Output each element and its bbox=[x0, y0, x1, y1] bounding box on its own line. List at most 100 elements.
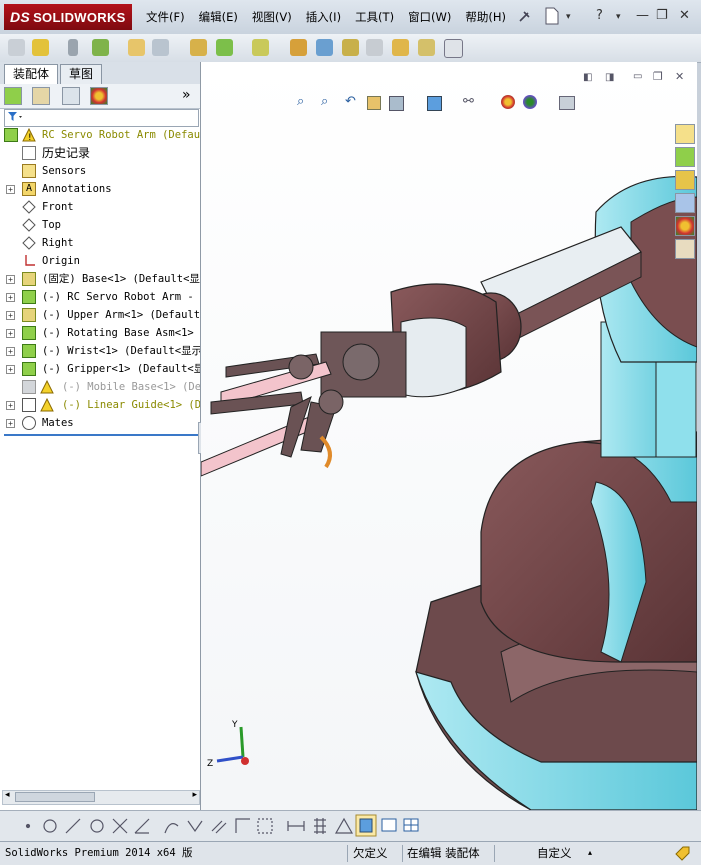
menu-insert[interactable]: 插入(I) bbox=[306, 9, 341, 25]
new-document-icon[interactable] bbox=[544, 7, 560, 25]
smart-fasteners-icon[interactable] bbox=[128, 39, 145, 56]
section-view-icon[interactable] bbox=[367, 96, 381, 110]
menu-help[interactable]: 帮助(H) bbox=[465, 9, 506, 25]
resources-home-icon[interactable] bbox=[675, 124, 695, 144]
solidworks-logo[interactable]: DS SOLIDWORKS bbox=[4, 4, 132, 30]
interference-icon[interactable] bbox=[290, 39, 307, 56]
tile-left-icon[interactable]: ◧ bbox=[583, 72, 592, 83]
property-manager-icon[interactable] bbox=[32, 87, 50, 105]
restore-button[interactable]: ❐ bbox=[656, 8, 668, 23]
display-manager-icon[interactable] bbox=[90, 87, 108, 105]
tree-item-front-plane[interactable]: Front bbox=[0, 198, 200, 216]
instant3d-icon[interactable] bbox=[316, 39, 333, 56]
filter-icon[interactable] bbox=[5, 110, 27, 124]
polygon-icon[interactable] bbox=[90, 819, 104, 833]
viewport-close-icon[interactable]: ✕ bbox=[675, 70, 684, 83]
edit-component-icon[interactable] bbox=[216, 39, 233, 56]
units-selector[interactable]: 自定义 bbox=[537, 842, 572, 864]
line-icon[interactable] bbox=[65, 818, 81, 834]
rebuild-icon[interactable] bbox=[8, 39, 25, 56]
hide-show-icon[interactable] bbox=[190, 39, 207, 56]
tree-item-subassembly[interactable]: + (-) RC Servo Robot Arm - A bbox=[0, 288, 200, 306]
tree-item-gripper[interactable]: + (-) Gripper<1> (Default<显 bbox=[0, 360, 200, 378]
explode-view-icon[interactable] bbox=[252, 39, 269, 56]
assembly-features-icon[interactable] bbox=[92, 39, 109, 56]
options-icon[interactable] bbox=[444, 39, 463, 58]
rollback-bar[interactable] bbox=[4, 434, 198, 436]
hide-show-items-icon[interactable]: ⚯ bbox=[463, 94, 474, 109]
viewport-restore-icon[interactable]: ❐ bbox=[653, 70, 663, 83]
expand-icon[interactable]: + bbox=[6, 311, 15, 320]
new-motion-study-icon[interactable] bbox=[418, 39, 435, 56]
tile-right-icon[interactable]: ◨ bbox=[605, 72, 614, 83]
expand-icon[interactable]: + bbox=[6, 347, 15, 356]
paperclip-icon[interactable] bbox=[68, 39, 78, 56]
scrollbar-thumb[interactable] bbox=[15, 792, 95, 802]
relations-icon[interactable] bbox=[334, 817, 354, 834]
tree-item-history[interactable]: 历史记录 bbox=[0, 144, 200, 162]
tree-item-upper-arm[interactable]: + (-) Upper Arm<1> (Default< bbox=[0, 306, 200, 324]
open-folder-icon[interactable] bbox=[32, 39, 49, 56]
menu-window[interactable]: 窗口(W) bbox=[408, 9, 451, 25]
sketch-rectangle-icon[interactable] bbox=[257, 818, 273, 834]
smart-dimension-icon[interactable] bbox=[287, 821, 305, 831]
menu-view[interactable]: 视图(V) bbox=[252, 9, 292, 25]
minimize-button[interactable]: — bbox=[636, 8, 649, 23]
circle-icon[interactable] bbox=[43, 819, 57, 833]
expand-icon[interactable]: + bbox=[6, 185, 15, 194]
tree-item-mobile-base[interactable]: (-) Mobile Base<1> (Def bbox=[0, 378, 200, 396]
expand-icon[interactable]: + bbox=[6, 275, 15, 284]
feature-tree-icon[interactable] bbox=[4, 87, 22, 105]
horizontal-scrollbar[interactable]: ◂ ▸ bbox=[2, 790, 200, 805]
tree-item-origin[interactable]: Origin bbox=[0, 252, 200, 270]
previous-view-icon[interactable]: ↶ bbox=[345, 94, 356, 109]
trim-icon[interactable] bbox=[112, 818, 128, 834]
scroll-right-icon[interactable]: ▸ bbox=[192, 790, 197, 800]
tab-sketch[interactable]: 草图 bbox=[60, 64, 103, 84]
spline-icon[interactable] bbox=[164, 823, 179, 834]
angle-icon[interactable] bbox=[134, 818, 150, 834]
corner-rectangle-icon[interactable] bbox=[235, 818, 250, 833]
bom-icon[interactable] bbox=[392, 39, 409, 56]
zoom-to-fit-icon[interactable]: ⌕ bbox=[297, 94, 304, 109]
single-view-icon[interactable] bbox=[381, 818, 397, 832]
display-style-icon[interactable] bbox=[427, 96, 442, 111]
tree-item-base[interactable]: + (固定) Base<1> (Default<显 bbox=[0, 270, 200, 288]
scroll-left-icon[interactable]: ◂ bbox=[5, 790, 10, 800]
menu-tools[interactable]: 工具(T) bbox=[355, 9, 394, 25]
point-icon[interactable] bbox=[25, 823, 31, 829]
tag-icon[interactable] bbox=[674, 845, 692, 861]
expand-icon[interactable]: + bbox=[6, 365, 15, 374]
view-palette-icon[interactable] bbox=[675, 193, 695, 213]
apply-scene-icon[interactable] bbox=[523, 95, 537, 109]
mate-icon[interactable] bbox=[342, 39, 359, 56]
close-button[interactable]: ✕ bbox=[679, 8, 690, 23]
zoom-area-icon[interactable]: ⌕ bbox=[321, 94, 328, 109]
expand-icon[interactable]: + bbox=[6, 419, 15, 428]
tree-item-right-plane[interactable]: Right bbox=[0, 234, 200, 252]
help-button[interactable]: ? bbox=[596, 8, 603, 23]
appearances-icon[interactable] bbox=[675, 216, 695, 236]
menu-edit[interactable]: 编辑(E) bbox=[199, 9, 238, 25]
graphics-area[interactable]: ◧ ◨ ▭ ❐ ✕ ⌕ ⌕ ↶ ⚯ Y Z bbox=[201, 62, 697, 810]
tree-item-root[interactable]: ! RC Servo Robot Arm (Default bbox=[0, 126, 200, 144]
expand-icon[interactable]: + bbox=[6, 293, 15, 302]
tree-item-wrist[interactable]: + (-) Wrist<1> (Default<显示 bbox=[0, 342, 200, 360]
tree-item-linear-guide[interactable]: + (-) Linear Guide<1> (De bbox=[0, 396, 200, 414]
robot-arm-model[interactable] bbox=[201, 62, 697, 810]
expand-icon[interactable]: + bbox=[6, 329, 15, 338]
more-tabs-icon[interactable]: » bbox=[182, 87, 191, 103]
units-dropdown-icon[interactable]: ▴ bbox=[588, 842, 592, 864]
expand-icon[interactable]: + bbox=[6, 401, 15, 410]
filter-box[interactable] bbox=[4, 109, 199, 127]
help-dropdown-icon[interactable]: ▾ bbox=[616, 12, 621, 22]
edit-appearance-icon[interactable] bbox=[501, 95, 515, 109]
view-orientation-icon[interactable] bbox=[389, 96, 404, 111]
pin-icon[interactable] bbox=[516, 9, 532, 25]
tree-item-mates[interactable]: + Mates bbox=[0, 414, 200, 432]
tree-item-top-plane[interactable]: Top bbox=[0, 216, 200, 234]
move-component-icon[interactable] bbox=[152, 39, 169, 56]
offset-icon[interactable] bbox=[187, 820, 203, 833]
tree-item-sensors[interactable]: Sensors bbox=[0, 162, 200, 180]
tree-item-annotations[interactable]: + A Annotations bbox=[0, 180, 200, 198]
